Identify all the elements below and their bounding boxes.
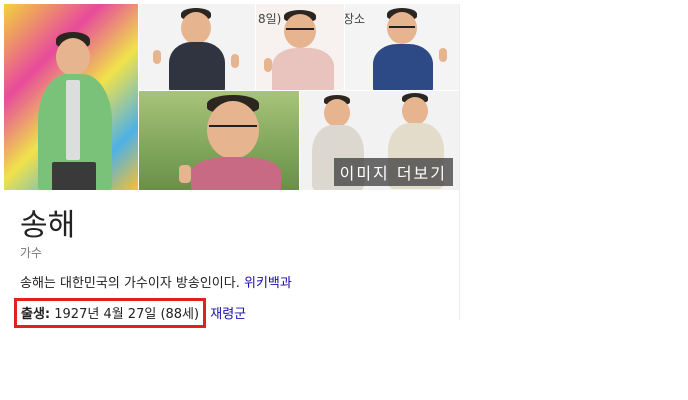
- image-tile-4[interactable]: 장소: [345, 4, 459, 90]
- person-figure: [264, 8, 334, 90]
- more-images-label[interactable]: 이미지 더보기: [333, 158, 453, 186]
- birth-value: 1927년 4월 27일 (88세): [54, 307, 200, 322]
- entity-title: 송해: [20, 208, 76, 243]
- birth-highlight-box: 출생: 1927년 4월 27일 (88세): [14, 298, 207, 328]
- image-tile-2[interactable]: [139, 4, 255, 90]
- entity-description: 송해는 대한민국의 가수이자 방송인이다. 위키백과: [20, 272, 292, 291]
- entity-subtitle: 가수: [20, 246, 43, 260]
- image-tile-3[interactable]: 8일): [256, 4, 344, 90]
- image-tile-1[interactable]: [4, 4, 138, 190]
- knowledge-panel: 8일) 장소 이미지 더보기 송해 가수 송해는 대한민국의 가수이자 방송인이…: [4, 4, 460, 328]
- person-figure: [373, 8, 447, 90]
- person-figure: [153, 8, 239, 90]
- description-text: 송해는 대한민국의 가수이자 방송인이다.: [20, 276, 240, 291]
- birth-row: 출생: 1927년 4월 27일 (88세) 재령군: [14, 298, 246, 328]
- wikipedia-link[interactable]: 위키백과: [244, 276, 292, 291]
- image-tile-6[interactable]: 이미지 더보기: [300, 91, 459, 190]
- birth-label: 출생:: [21, 307, 51, 322]
- person-figure: [34, 32, 114, 190]
- image-overlay-text: 장소: [345, 12, 366, 26]
- image-tile-5[interactable]: [139, 91, 299, 190]
- person-figure: [179, 95, 283, 190]
- birth-place-link[interactable]: 재령군: [210, 307, 246, 322]
